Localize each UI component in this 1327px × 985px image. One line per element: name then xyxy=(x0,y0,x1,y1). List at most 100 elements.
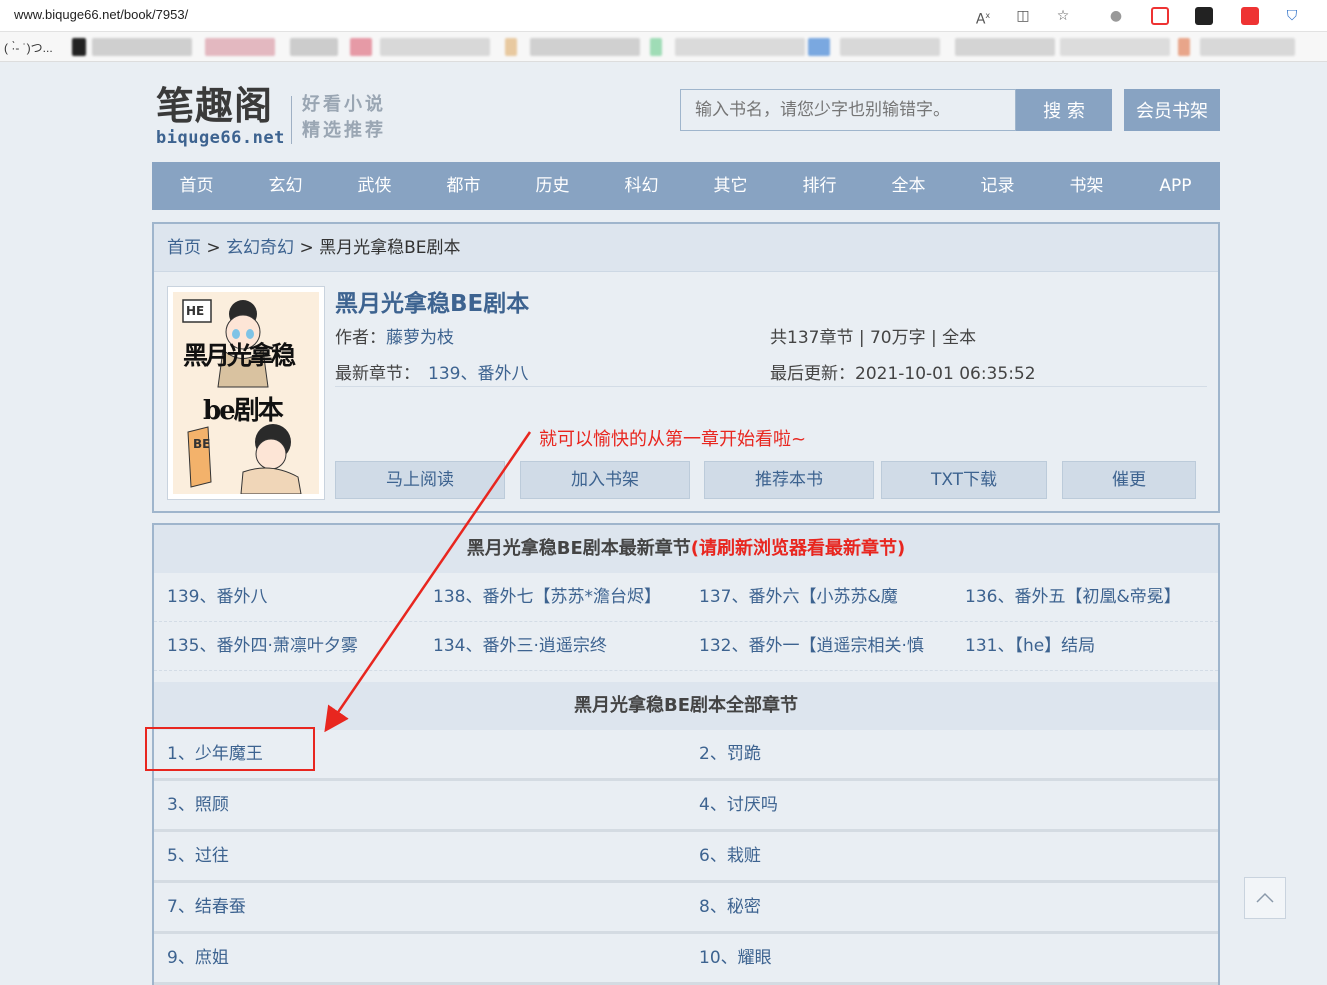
favorite-star-icon[interactable]: ☆ xyxy=(1053,6,1073,26)
blurred-bookmark[interactable] xyxy=(1178,38,1190,56)
breadcrumb-home[interactable]: 首页 xyxy=(167,238,201,258)
author-label: 作者： xyxy=(335,328,386,348)
site-logo[interactable]: 笔趣阁 biquge66.net xyxy=(156,84,285,149)
nav-item-home[interactable]: 首页 xyxy=(152,162,241,210)
chapter-link[interactable]: 10、耀眼 xyxy=(699,934,772,982)
latest-chapter-link[interactable]: 139、番外八 xyxy=(428,364,528,384)
chapter-link[interactable]: 5、过往 xyxy=(167,832,229,880)
chapter-row: 5、过往 6、栽赃 xyxy=(154,832,1218,883)
nav-item-lishi[interactable]: 历史 xyxy=(508,162,597,210)
chevron-up-icon xyxy=(1256,892,1274,903)
tagline-line-1: 好看小说 xyxy=(302,94,386,115)
url-text[interactable]: www.biquge66.net/book/7953/ xyxy=(14,7,188,22)
refresh-note: (请刷新浏览器看最新章节) xyxy=(690,538,906,559)
latest-chapters-header: 黑月光拿稳BE剧本最新章节(请刷新浏览器看最新章节) xyxy=(154,525,1218,573)
cover-art: HE 黑月光拿稳 be剧本 BE xyxy=(173,292,319,494)
chapter-link[interactable]: 6、栽赃 xyxy=(699,832,761,880)
read-now-button[interactable]: 马上阅读 xyxy=(335,461,505,499)
latest-chapter-line: 最新章节： 139、番外八 xyxy=(335,359,528,384)
urge-update-button[interactable]: 催更 xyxy=(1062,461,1196,499)
blurred-bookmark[interactable] xyxy=(505,38,517,56)
txt-download-button[interactable]: TXT下载 xyxy=(881,461,1047,499)
nav-item-dushi[interactable]: 都市 xyxy=(419,162,508,210)
breadcrumb-category[interactable]: 玄幻奇幻 xyxy=(226,238,294,258)
author-link[interactable]: 藤萝为枝 xyxy=(386,328,454,348)
blurred-bookmark[interactable] xyxy=(1200,38,1295,56)
chapter-link[interactable]: 138、番外七【苏苏*澹台烬】 xyxy=(433,573,683,622)
extension-dark-icon[interactable] xyxy=(1195,7,1213,25)
recommend-button[interactable]: 推荐本书 xyxy=(704,461,874,499)
extension-circle-icon[interactable]: ● xyxy=(1106,6,1126,26)
nav-item-quanben[interactable]: 全本 xyxy=(864,162,953,210)
chapter-link[interactable]: 136、番外五【初凰&帝冕】 xyxy=(965,573,1215,622)
last-updated: 最后更新：2021-10-01 06:35:52 xyxy=(770,364,1036,384)
member-bookshelf-button[interactable]: 会员书架 xyxy=(1124,89,1220,131)
search-input[interactable] xyxy=(680,89,1016,131)
nav-item-qita[interactable]: 其它 xyxy=(686,162,775,210)
chapter-link[interactable]: 131、【he】结局 xyxy=(965,622,1215,671)
blurred-bookmark[interactable] xyxy=(840,38,940,56)
nav-item-jilu[interactable]: 记录 xyxy=(953,162,1042,210)
chapter-link[interactable]: 4、讨厌吗 xyxy=(699,781,778,829)
bookmarks-bar: ( ·̀- ˙)つ... xyxy=(0,32,1327,62)
back-to-top-button[interactable] xyxy=(1244,877,1286,919)
nav-item-app[interactable]: APP xyxy=(1131,162,1220,210)
blurred-bookmark[interactable] xyxy=(808,38,830,56)
bookmark-icon[interactable] xyxy=(72,38,86,56)
chapter-link[interactable]: 7、结春蚕 xyxy=(167,883,246,931)
book-stats: 共137章节 | 70万字 | 全本 xyxy=(770,328,977,348)
nav-item-paihang[interactable]: 排行 xyxy=(775,162,864,210)
blurred-bookmark[interactable] xyxy=(650,38,662,56)
extension-red-icon[interactable] xyxy=(1151,7,1169,25)
breadcrumb-separator: > xyxy=(294,238,320,258)
breadcrumb-current: 黑月光拿稳BE剧本 xyxy=(319,238,461,258)
breadcrumb-separator: > xyxy=(201,238,227,258)
chapter-link[interactable]: 134、番外三·逍遥宗终 xyxy=(433,622,683,671)
blurred-bookmark[interactable] xyxy=(380,38,490,56)
annotation-highlight-box xyxy=(145,727,315,771)
annotation-text: 就可以愉快的从第一章开始看啦~ xyxy=(539,429,807,450)
nav-item-kehuan[interactable]: 科幻 xyxy=(597,162,686,210)
chapter-link[interactable]: 8、秘密 xyxy=(699,883,761,931)
latest-row: 135、番外四·萧凛叶夕雾 134、番外三·逍遥宗终 132、番外一【逍遥宗相关… xyxy=(154,622,1218,671)
chapter-link[interactable]: 2、罚跪 xyxy=(699,730,761,778)
chapter-link[interactable]: 132、番外一【逍遥宗相关·慎 xyxy=(699,622,937,671)
blurred-bookmark[interactable] xyxy=(205,38,275,56)
chapter-link[interactable]: 137、番外六【小苏苏&魔 xyxy=(699,573,914,622)
blurred-bookmark[interactable] xyxy=(955,38,1055,56)
blurred-bookmark[interactable] xyxy=(92,38,192,56)
split-screen-icon[interactable]: ◫ xyxy=(1013,6,1033,26)
nav-item-shujia[interactable]: 书架 xyxy=(1042,162,1131,210)
add-to-shelf-button[interactable]: 加入书架 xyxy=(520,461,690,499)
blurred-bookmark[interactable] xyxy=(530,38,640,56)
all-chapters-header: 黑月光拿稳BE剧本全部章节 xyxy=(154,682,1218,730)
blurred-bookmark[interactable] xyxy=(350,38,372,56)
site-tagline: 好看小说 精选推荐 xyxy=(302,92,386,144)
tagline-line-2: 精选推荐 xyxy=(302,120,386,141)
book-title: 黑月光拿稳BE剧本 xyxy=(335,291,530,317)
search-button[interactable]: 搜 索 xyxy=(1016,89,1112,131)
logo-domain: biquge66.net xyxy=(156,128,285,148)
nav-item-xuanhuan[interactable]: 玄幻 xyxy=(241,162,330,210)
blurred-bookmark[interactable] xyxy=(1060,38,1170,56)
blurred-bookmark[interactable] xyxy=(290,38,338,56)
read-aloud-icon[interactable]: Aⅹ xyxy=(973,6,993,28)
bookmark-item[interactable]: ( ·̀- ˙)つ... xyxy=(4,39,53,56)
chapter-row: 7、结春蚕 8、秘密 xyxy=(154,883,1218,934)
extension-pdf-icon[interactable] xyxy=(1241,7,1259,25)
shield-icon[interactable]: ⛉ xyxy=(1282,6,1302,26)
latest-label: 最新章节： xyxy=(335,364,420,384)
chapter-row: 3、照顾 4、讨厌吗 xyxy=(154,781,1218,832)
nav-item-wuxia[interactable]: 武侠 xyxy=(330,162,419,210)
chapter-link[interactable]: 139、番外八 xyxy=(167,573,417,622)
latest-row: 139、番外八 138、番外七【苏苏*澹台烬】 137、番外六【小苏苏&魔 13… xyxy=(154,573,1218,622)
cover-badge-he: HE xyxy=(186,304,205,318)
logo-divider xyxy=(291,96,292,144)
blurred-bookmark[interactable] xyxy=(675,38,805,56)
chapter-link[interactable]: 9、庶姐 xyxy=(167,934,229,982)
chapter-link[interactable]: 3、照顾 xyxy=(167,781,229,829)
book-cover[interactable]: HE 黑月光拿稳 be剧本 BE xyxy=(167,286,325,500)
chapter-row: 9、庶姐 10、耀眼 xyxy=(154,934,1218,985)
chapter-link[interactable]: 135、番外四·萧凛叶夕雾 xyxy=(167,622,417,671)
info-divider xyxy=(335,386,1207,387)
